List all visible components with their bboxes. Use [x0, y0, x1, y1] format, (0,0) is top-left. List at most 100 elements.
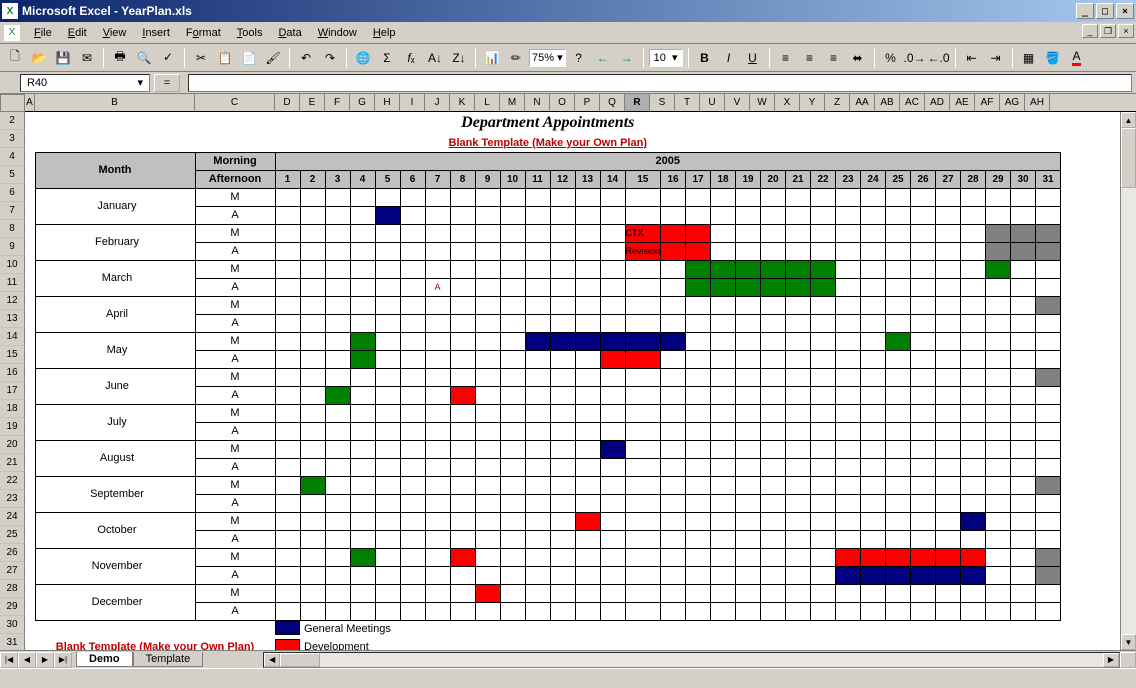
cell-sep_a-22[interactable]	[811, 494, 836, 512]
cell-nov_m-12[interactable]	[550, 548, 575, 566]
cell-mar_m-28[interactable]	[961, 260, 986, 278]
row-header-2[interactable]: 2	[0, 112, 25, 130]
cell-mar_m-2[interactable]	[300, 260, 325, 278]
cell-dec_m-28[interactable]	[961, 584, 986, 602]
cell-feb_a-26[interactable]	[911, 242, 936, 260]
cell-jun_a-30[interactable]	[1011, 386, 1036, 404]
cell-jan_a-25[interactable]	[886, 206, 911, 224]
cell-jul_m-4[interactable]	[350, 404, 375, 422]
cell-jul_m-12[interactable]	[550, 404, 575, 422]
cell-apr_a-20[interactable]	[761, 314, 786, 332]
cell-may_m-3[interactable]	[325, 332, 350, 350]
cell-aug_m-22[interactable]	[811, 440, 836, 458]
cell-may_a-15[interactable]	[625, 350, 661, 368]
cell-jan_a-6[interactable]	[400, 206, 425, 224]
cell-apr_a-8[interactable]	[450, 314, 475, 332]
row-header-15[interactable]: 15	[0, 346, 25, 364]
maximize-button[interactable]: □	[1096, 3, 1114, 19]
cell-apr_m-11[interactable]	[525, 296, 550, 314]
cell-nov_a-22[interactable]	[811, 566, 836, 584]
cell-apr_a-22[interactable]	[811, 314, 836, 332]
cell-jun_a-23[interactable]	[836, 386, 861, 404]
cell-jul_m-29[interactable]	[986, 404, 1011, 422]
cell-aug_m-15[interactable]	[625, 440, 661, 458]
cell-jan_m-16[interactable]	[661, 188, 686, 206]
cell-sep_m-15[interactable]	[625, 476, 661, 494]
cell-apr_a-10[interactable]	[500, 314, 525, 332]
cell-apr_m-20[interactable]	[761, 296, 786, 314]
cell-apr_m-23[interactable]	[836, 296, 861, 314]
cell-oct_a-28[interactable]	[961, 530, 986, 548]
row-header-12[interactable]: 12	[0, 292, 25, 310]
cell-jun_a-14[interactable]	[600, 386, 625, 404]
cell-feb_a-1[interactable]	[275, 242, 300, 260]
cell-jun_a-18[interactable]	[711, 386, 736, 404]
cell-feb_m-27[interactable]	[936, 224, 961, 242]
cell-jul_m-20[interactable]	[761, 404, 786, 422]
cell-may_a-28[interactable]	[961, 350, 986, 368]
cell-jun_a-31[interactable]	[1036, 386, 1061, 404]
cell-aug_a-10[interactable]	[500, 458, 525, 476]
hscroll-left-button[interactable]: ◀	[264, 653, 280, 667]
sort-desc-icon[interactable]: Z↓	[448, 47, 470, 69]
cell-jul_a-23[interactable]	[836, 422, 861, 440]
cell-aug_a-26[interactable]	[911, 458, 936, 476]
cell-jan_m-10[interactable]	[500, 188, 525, 206]
cell-jul_m-11[interactable]	[525, 404, 550, 422]
cell-nov_a-21[interactable]	[786, 566, 811, 584]
cell-nov_m-24[interactable]	[861, 548, 886, 566]
cell-jun_a-22[interactable]	[811, 386, 836, 404]
cell-aug_a-18[interactable]	[711, 458, 736, 476]
cell-dec_m-30[interactable]	[1011, 584, 1036, 602]
cell-dec_m-26[interactable]	[911, 584, 936, 602]
cell-oct_m-7[interactable]	[425, 512, 450, 530]
cell-feb_a-27[interactable]	[936, 242, 961, 260]
cell-sep_a-9[interactable]	[475, 494, 500, 512]
cell-jul_a-1[interactable]	[275, 422, 300, 440]
cell-apr_a-30[interactable]	[1011, 314, 1036, 332]
cell-aug_a-4[interactable]	[350, 458, 375, 476]
cell-dec_a-22[interactable]	[811, 602, 836, 620]
col-header-X[interactable]: X	[775, 94, 800, 111]
cell-dec_m-4[interactable]	[350, 584, 375, 602]
cell-nov_a-11[interactable]	[525, 566, 550, 584]
cell-sep_m-1[interactable]	[275, 476, 300, 494]
mdi-minimize-button[interactable]: _	[1082, 24, 1098, 38]
cell-nov_m-19[interactable]	[736, 548, 761, 566]
cell-dec_m-19[interactable]	[736, 584, 761, 602]
cell-aug_a-12[interactable]	[550, 458, 575, 476]
cell-apr_m-8[interactable]	[450, 296, 475, 314]
col-header-Z[interactable]: Z	[825, 94, 850, 111]
cell-apr_a-4[interactable]	[350, 314, 375, 332]
align-center-icon[interactable]: ≡	[799, 47, 821, 69]
cell-jul_a-3[interactable]	[325, 422, 350, 440]
cell-jan_m-15[interactable]	[625, 188, 661, 206]
cell-mar_m-24[interactable]	[861, 260, 886, 278]
cell-feb_m-19[interactable]	[736, 224, 761, 242]
cell-jun_a-11[interactable]	[525, 386, 550, 404]
cell-may_m-6[interactable]	[400, 332, 425, 350]
cell-sep_m-16[interactable]	[661, 476, 686, 494]
cell-oct_a-13[interactable]	[575, 530, 600, 548]
open-file-icon[interactable]: 📂	[28, 47, 50, 69]
cell-feb_m-6[interactable]	[400, 224, 425, 242]
fill-color-icon[interactable]: 🪣	[1042, 47, 1064, 69]
cell-mar_a-4[interactable]	[350, 278, 375, 296]
cell-jan_m-11[interactable]	[525, 188, 550, 206]
cell-aug_a-20[interactable]	[761, 458, 786, 476]
cell-nov_a-4[interactable]	[350, 566, 375, 584]
cell-apr_m-15[interactable]	[625, 296, 661, 314]
cell-sep_a-10[interactable]	[500, 494, 525, 512]
cell-jan_m-3[interactable]	[325, 188, 350, 206]
row-header-16[interactable]: 16	[0, 364, 25, 382]
cell-jun_m-20[interactable]	[761, 368, 786, 386]
cell-jun_m-31[interactable]	[1036, 368, 1061, 386]
cell-jul_a-19[interactable]	[736, 422, 761, 440]
cell-sep_a-16[interactable]	[661, 494, 686, 512]
cell-may_m-25[interactable]	[886, 332, 911, 350]
cell-oct_a-14[interactable]	[600, 530, 625, 548]
cell-sep_a-2[interactable]	[300, 494, 325, 512]
row-header-30[interactable]: 30	[0, 616, 25, 634]
cell-jun_a-21[interactable]	[786, 386, 811, 404]
cell-dec_a-5[interactable]	[375, 602, 400, 620]
